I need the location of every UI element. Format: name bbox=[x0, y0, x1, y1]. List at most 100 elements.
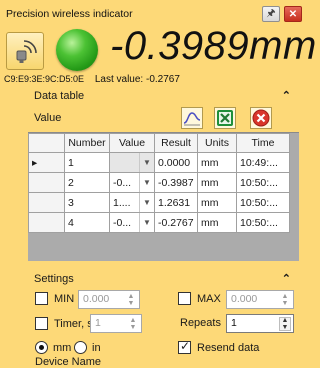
table-row[interactable]: ▸ 1 ▼ 0.0000 mm 10:49:... bbox=[28, 152, 290, 173]
chart-button[interactable] bbox=[181, 107, 203, 129]
column-header-number[interactable]: Number bbox=[64, 133, 110, 153]
close-button[interactable]: ✕ bbox=[284, 6, 302, 22]
timer-value: 1 bbox=[95, 317, 101, 329]
column-header-time[interactable]: Time bbox=[236, 133, 290, 153]
data-table-title: Data table bbox=[34, 89, 85, 102]
device-name-label: Device Name bbox=[35, 356, 102, 368]
table-row[interactable]: 2 -0... ▼ -0.3987 mm 10:50:... bbox=[28, 172, 290, 193]
repeats-label: Repeats bbox=[180, 317, 221, 329]
cell-time[interactable]: 10:50:... bbox=[236, 172, 290, 193]
cell-value-combo[interactable]: 1.... ▼ bbox=[109, 192, 155, 213]
last-value-label: Last value: bbox=[94, 74, 144, 85]
cell-number[interactable]: 1 bbox=[64, 152, 110, 173]
table-row[interactable]: 3 1.... ▼ 1.2631 mm 10:50:... bbox=[28, 192, 290, 213]
cell-units[interactable]: mm bbox=[197, 212, 237, 233]
spinner-arrows-icon[interactable]: ▲ ▼ bbox=[127, 317, 139, 331]
max-value: 0.000 bbox=[231, 293, 258, 305]
unit-mm-radio[interactable] bbox=[35, 341, 48, 354]
settings-section-header[interactable]: Settings ⌃ bbox=[28, 270, 299, 287]
chevron-down-icon[interactable]: ▼ bbox=[139, 193, 154, 212]
max-value-spinner[interactable]: 0.000 ▲ ▼ bbox=[226, 290, 294, 309]
window-title: Precision wireless indicator bbox=[6, 8, 133, 20]
min-label: MIN bbox=[54, 292, 75, 305]
column-header-value[interactable]: Value bbox=[109, 133, 155, 153]
settings-title: Settings bbox=[34, 272, 74, 285]
max-checkbox-row[interactable]: MAX bbox=[178, 292, 221, 305]
column-header-result[interactable]: Result bbox=[154, 133, 198, 153]
timer-value-spinner[interactable]: 1 ▲ ▼ bbox=[90, 314, 142, 333]
unit-mm-label: mm bbox=[53, 341, 72, 354]
status-led-indicator bbox=[56, 29, 98, 71]
cell-number[interactable]: 3 bbox=[64, 192, 110, 213]
table-row[interactable]: 4 -0... ▼ -0.2767 mm 10:50:... bbox=[28, 212, 290, 233]
cell-value: 1.... bbox=[113, 196, 131, 209]
cell-time[interactable]: 10:49:... bbox=[236, 152, 290, 173]
column-header-units[interactable]: Units bbox=[197, 133, 237, 153]
chevron-down-icon[interactable]: ▼ bbox=[139, 213, 154, 232]
excel-export-icon bbox=[217, 110, 233, 126]
min-checkbox[interactable] bbox=[35, 292, 48, 305]
grid-header-row: Number Value Result Units Time bbox=[28, 133, 290, 153]
chart-icon bbox=[183, 112, 201, 126]
excel-export-button[interactable] bbox=[214, 107, 236, 129]
cell-result[interactable]: -0.3987 bbox=[154, 172, 198, 193]
row-selector[interactable] bbox=[28, 212, 65, 233]
repeats-value-spinner[interactable]: 1 ▲ ▼ bbox=[226, 314, 294, 333]
max-checkbox[interactable] bbox=[178, 292, 191, 305]
clear-data-button[interactable] bbox=[250, 107, 272, 129]
data-table-section-header[interactable]: Data table ⌃ bbox=[28, 87, 299, 104]
cell-number[interactable]: 2 bbox=[64, 172, 110, 193]
cell-value-combo[interactable]: ▼ bbox=[109, 152, 155, 173]
cell-number[interactable]: 4 bbox=[64, 212, 110, 233]
cell-value-combo[interactable]: -0... ▼ bbox=[109, 212, 155, 233]
pin-window-button[interactable]: 🖈 bbox=[262, 6, 280, 22]
resend-data-label: Resend data bbox=[197, 341, 260, 354]
unit-in-radio-row[interactable]: in bbox=[74, 341, 101, 354]
timer-checkbox-row[interactable]: Timer, s bbox=[35, 317, 93, 330]
min-value: 0.000 bbox=[83, 293, 110, 305]
close-icon: ✕ bbox=[288, 8, 298, 20]
wireless-connect-button[interactable] bbox=[6, 32, 44, 70]
cell-units[interactable]: mm bbox=[197, 172, 237, 193]
repeats-row: Repeats bbox=[180, 317, 221, 329]
cell-time[interactable]: 10:50:... bbox=[236, 192, 290, 213]
min-value-spinner[interactable]: 0.000 ▲ ▼ bbox=[78, 290, 140, 309]
collapse-chevron-icon[interactable]: ⌃ bbox=[282, 89, 291, 102]
spinner-arrows-icon[interactable]: ▲ ▼ bbox=[125, 293, 137, 307]
row-selector[interactable]: ▸ bbox=[28, 152, 65, 173]
chevron-down-icon[interactable]: ▼ bbox=[139, 173, 154, 192]
data-table-panel: Value Number Value Result Units Time ▸ 1… bbox=[28, 104, 299, 264]
cell-units[interactable]: mm bbox=[197, 192, 237, 213]
timer-label: Timer, s bbox=[54, 317, 93, 330]
cell-result[interactable]: 0.0000 bbox=[154, 152, 198, 173]
cell-value-combo[interactable]: -0... ▼ bbox=[109, 172, 155, 193]
min-checkbox-row[interactable]: MIN bbox=[35, 292, 74, 305]
spinner-arrows-icon[interactable]: ▲ ▼ bbox=[279, 317, 291, 331]
cell-time[interactable]: 10:50:... bbox=[236, 212, 290, 233]
cell-units[interactable]: mm bbox=[197, 152, 237, 173]
repeats-value: 1 bbox=[231, 317, 237, 329]
cell-value: -0... bbox=[113, 176, 132, 189]
value-label: Value bbox=[34, 112, 62, 124]
measurement-readout: -0.3989mm bbox=[110, 24, 317, 68]
data-grid[interactable]: Number Value Result Units Time ▸ 1 ▼ 0.0… bbox=[28, 132, 299, 261]
device-status-line: C9:E9:3E:9C:D5:0E Last value: -0.2767 bbox=[4, 74, 180, 85]
resend-data-row[interactable]: Resend data bbox=[178, 339, 260, 354]
spinner-arrows-icon[interactable]: ▲ ▼ bbox=[279, 293, 291, 307]
last-value: -0.2767 bbox=[145, 74, 180, 85]
unit-mm-radio-row[interactable]: mm bbox=[35, 341, 71, 354]
cell-result[interactable]: -0.2767 bbox=[154, 212, 198, 233]
collapse-chevron-icon[interactable]: ⌃ bbox=[282, 272, 291, 285]
unit-in-radio[interactable] bbox=[74, 341, 87, 354]
data-grid-table: Number Value Result Units Time ▸ 1 ▼ 0.0… bbox=[28, 133, 290, 233]
wireless-sensor-icon bbox=[16, 40, 37, 63]
clear-icon bbox=[252, 109, 270, 127]
row-selector[interactable] bbox=[28, 192, 65, 213]
row-selector[interactable] bbox=[28, 172, 65, 193]
cell-result[interactable]: 1.2631 bbox=[154, 192, 198, 213]
chevron-down-icon[interactable]: ▼ bbox=[139, 153, 154, 172]
row-header-corner bbox=[28, 133, 65, 153]
timer-checkbox[interactable] bbox=[35, 317, 48, 330]
unit-in-label: in bbox=[92, 341, 101, 354]
resend-data-checkbox[interactable] bbox=[178, 339, 191, 354]
